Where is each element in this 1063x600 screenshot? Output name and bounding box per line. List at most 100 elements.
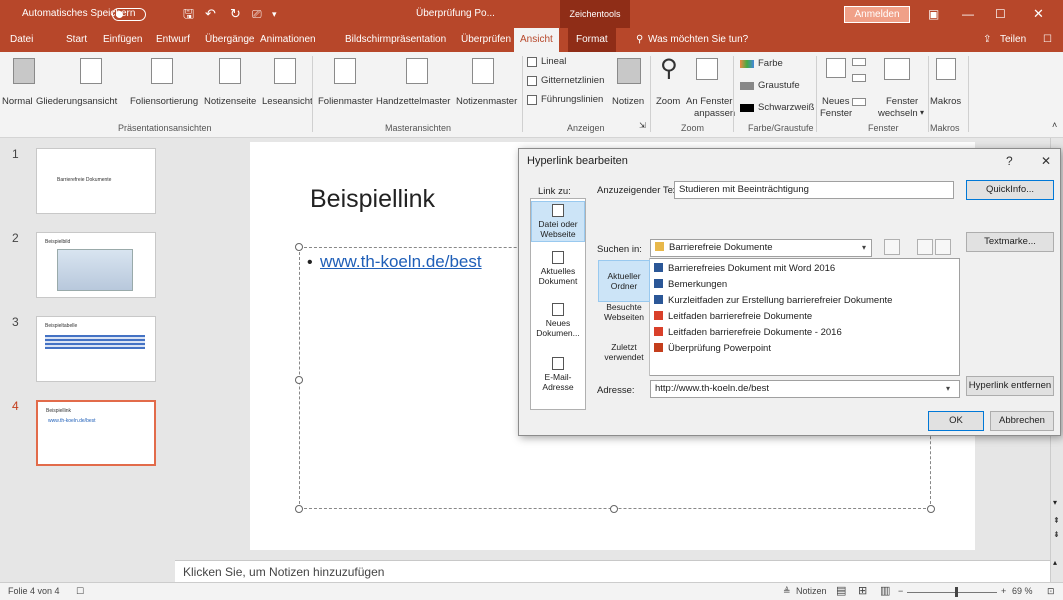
list-item[interactable]: Leitfaden barrierefreie Dokumente (654, 311, 812, 322)
zoom-in-icon[interactable]: + (1001, 586, 1006, 596)
quickinfo-button[interactable]: QuickInfo... (966, 180, 1054, 200)
help-icon[interactable]: ? (1006, 154, 1013, 168)
fit-slide-icon[interactable]: ⊡ (1047, 586, 1055, 597)
zoom-slider[interactable] (907, 592, 997, 593)
bookmark-button[interactable]: Textmarke... (966, 232, 1054, 252)
cancel-button[interactable]: Abbrechen (990, 411, 1054, 431)
tab-current-folder[interactable]: Aktueller Ordner (598, 260, 650, 302)
spelling-icon[interactable]: ☐ (76, 586, 84, 597)
macros-icon[interactable] (936, 58, 956, 80)
notes-pane[interactable]: Klicken Sie, um Notizen hinzuzufügen (175, 560, 1050, 582)
resize-handle[interactable] (295, 243, 303, 251)
tab-ueberpruefen[interactable]: Überprüfen (461, 28, 511, 52)
slide-sorter-status-icon[interactable]: ⊞ (858, 584, 867, 597)
outline-view-button[interactable]: Gliederungsansicht (36, 96, 117, 107)
list-item[interactable]: Leitfaden barrierefreie Dokumente - 2016 (654, 327, 842, 338)
outline-view-icon[interactable] (80, 58, 102, 84)
redo-icon[interactable]: ↻ (230, 0, 241, 28)
switch-windows-button[interactable]: Fenster (886, 96, 918, 107)
reading-view-icon[interactable] (274, 58, 296, 84)
slide-hyperlink[interactable]: www.th-koeln.de/best (320, 252, 482, 272)
new-window-button[interactable]: Neues (822, 96, 849, 107)
look-in-select[interactable]: Barrierefreie Dokumente (650, 239, 872, 257)
share-icon[interactable]: ⇪ (983, 28, 991, 52)
grayscale-button[interactable]: Graustufe (758, 80, 800, 91)
tab-einfuegen[interactable]: Einfügen (103, 28, 142, 52)
tab-start[interactable]: Start (66, 28, 87, 52)
fit-to-window-icon[interactable] (696, 58, 718, 80)
tab-format[interactable]: Format (568, 28, 616, 52)
scroll-down-icon[interactable]: ▾ (1053, 498, 1057, 507)
dialog-launcher-icon[interactable]: ⇲ (639, 121, 646, 130)
fit-to-window-button[interactable]: An Fenster (686, 96, 732, 107)
resize-handle[interactable] (927, 505, 935, 513)
chevron-down-icon[interactable]: ▾ (862, 243, 866, 252)
zoom-slider-thumb[interactable] (955, 587, 958, 597)
share-button[interactable]: Teilen (1000, 28, 1026, 52)
chevron-down-icon[interactable]: ▾ (946, 384, 950, 393)
slide-sorter-icon[interactable] (151, 58, 173, 84)
link-to-email[interactable]: E-Mail-Adresse (531, 357, 585, 392)
tell-me-input[interactable]: Was möchten Sie tun? (648, 28, 748, 52)
reading-view-button[interactable]: Leseansicht (262, 96, 313, 107)
normal-view-icon[interactable] (13, 58, 35, 84)
display-text-input[interactable]: Studieren mit Beeinträchtigung (674, 181, 954, 199)
handout-master-button[interactable]: Handzettelmaster (376, 96, 450, 107)
normal-view-status-icon[interactable]: ▤ (836, 584, 846, 597)
normal-view-button[interactable]: Normal (2, 96, 33, 107)
customize-qat-icon[interactable]: ▾ (272, 0, 277, 28)
new-window-icon[interactable] (826, 58, 846, 78)
zoom-level[interactable]: 69 % (1012, 586, 1033, 596)
zoom-icon[interactable]: ⚲ (660, 54, 678, 83)
zoom-out-icon[interactable]: − (898, 586, 903, 596)
list-item[interactable]: Überprüfung Powerpoint (654, 343, 771, 354)
reading-view-status-icon[interactable]: ▥ (880, 584, 890, 597)
gridlines-checkbox[interactable] (527, 76, 537, 86)
zoom-button[interactable]: Zoom (656, 96, 680, 107)
cascade-icon[interactable] (852, 74, 866, 82)
ribbon-display-icon[interactable]: ▣ (928, 0, 939, 28)
notes-page-button[interactable]: Notizenseite (204, 96, 256, 107)
previous-slide-icon[interactable]: ⇞ (1053, 516, 1060, 525)
switch-windows-icon[interactable] (884, 58, 910, 80)
list-item[interactable]: Kurzleitfaden zur Erstellung barrierefre… (654, 295, 892, 306)
slide-thumbnail-3[interactable]: Beispieltabelle (36, 316, 156, 382)
browse-file-icon[interactable] (935, 239, 951, 255)
autosave-toggle[interactable] (112, 8, 146, 21)
tab-recent-files[interactable]: Zuletzt verwendet (598, 342, 650, 362)
tell-me-icon[interactable]: ⚲ (636, 28, 643, 52)
maximize-icon[interactable]: ☐ (995, 0, 1006, 28)
color-button[interactable]: Farbe (758, 58, 783, 69)
notes-status-icon[interactable]: ≜ (783, 586, 791, 597)
up-one-folder-icon[interactable] (884, 239, 900, 255)
macros-button[interactable]: Makros (930, 96, 961, 107)
slide-title[interactable]: Beispiellink (310, 185, 435, 214)
tab-animationen[interactable]: Animationen (260, 28, 316, 52)
signin-button[interactable]: Anmelden (844, 6, 910, 23)
handout-master-icon[interactable] (406, 58, 428, 84)
list-item[interactable]: Barrierefreies Dokument mit Word 2016 (654, 263, 835, 274)
tab-ansicht[interactable]: Ansicht (514, 28, 559, 52)
save-icon[interactable]: 🖫 (183, 0, 194, 28)
slide-master-button[interactable]: Folienmaster (318, 96, 373, 107)
dialog-close-icon[interactable]: ✕ (1041, 154, 1051, 168)
scroll-up-icon[interactable]: ▴ (1053, 558, 1057, 567)
comments-icon[interactable]: ☐ (1043, 28, 1052, 52)
slide-thumbnail-1[interactable]: Barrierefreie Dokumente (36, 148, 156, 214)
next-slide-icon[interactable]: ⇟ (1053, 530, 1060, 539)
remove-hyperlink-button[interactable]: Hyperlink entfernen (966, 376, 1054, 396)
ok-button[interactable]: OK (928, 411, 984, 431)
slide-thumbnail-4[interactable]: Beispiellink www.th-koeln.de/best (36, 400, 156, 466)
tab-datei[interactable]: Datei (10, 28, 33, 52)
minimize-icon[interactable]: — (962, 0, 974, 28)
collapse-ribbon-icon[interactable]: ˄ (1052, 120, 1057, 130)
slide-thumbnail-2[interactable]: Beispielbild (36, 232, 156, 298)
resize-handle[interactable] (610, 505, 618, 513)
link-to-current-document[interactable]: Aktuelles Dokument (531, 251, 585, 286)
notes-toggle-icon[interactable] (617, 58, 641, 84)
start-presentation-icon[interactable]: ⎚ (252, 0, 262, 28)
link-to-file-webpage[interactable]: Datei oder Webseite (531, 201, 585, 242)
slide-master-icon[interactable] (334, 58, 356, 84)
tab-uebergaenge[interactable]: Übergänge (205, 28, 254, 52)
close-icon[interactable]: ✕ (1033, 0, 1044, 28)
